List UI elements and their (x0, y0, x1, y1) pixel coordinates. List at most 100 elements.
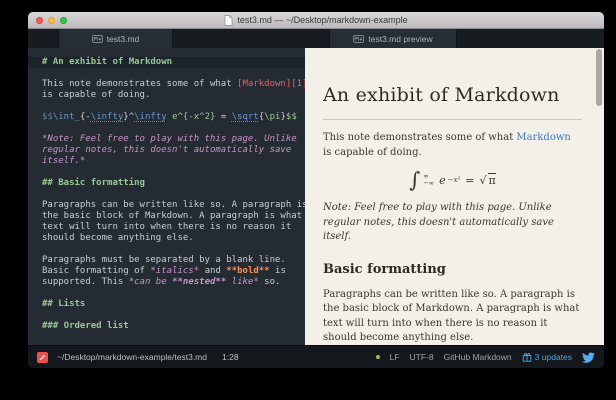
zoom-button[interactable] (60, 17, 67, 24)
code-token: **nested** (172, 277, 226, 287)
code-token: $$ (286, 112, 297, 122)
editor-line[interactable]: Paragraphs must be separated by a blank … (28, 255, 305, 266)
formula-exponent: −x² (448, 176, 461, 184)
preview-paragraph: This note demonstrates some of what Mark… (323, 131, 582, 160)
code-token: should become anything else. (42, 233, 194, 243)
editor-window: test3.md — ~/Desktop/markdown-example te… (28, 12, 604, 368)
code-token: \int_ (53, 112, 80, 122)
preview-scrollbar[interactable] (596, 49, 602, 344)
radical-sign: √ (479, 174, 486, 187)
desktop-background: test3.md — ~/Desktop/markdown-example te… (0, 0, 616, 400)
formula-base: e (439, 174, 446, 187)
code-token: # An exhibit of Markdown (42, 57, 172, 67)
status-grammar[interactable]: GitHub Markdown (444, 352, 512, 362)
editor-line[interactable] (28, 68, 305, 79)
status-file-path[interactable]: ~/Desktop/markdown-example/test3.md (57, 352, 207, 362)
code-token: }^ (123, 112, 134, 122)
editor-line[interactable] (28, 167, 305, 178)
preview-pane: An exhibit of Markdown This note demonst… (305, 48, 604, 345)
editor-line[interactable]: ### Ordered list (28, 321, 305, 332)
integral-limits: ∞ −∞ (423, 173, 434, 187)
tab-label: test3.md (107, 34, 140, 44)
editor-line[interactable] (28, 244, 305, 255)
heading-rule (323, 119, 582, 120)
editor-line[interactable]: regular notes, this doesn't automaticall… (28, 145, 305, 156)
editor-line[interactable]: # An exhibit of Markdown (28, 57, 305, 68)
code-token: Paragraphs can be written like so. A par… (42, 200, 305, 210)
code-token: itself.* (42, 156, 85, 166)
editor-line[interactable] (28, 123, 305, 134)
code-token: Paragraphs must be separated by a blank … (42, 255, 286, 265)
editor-line[interactable]: text will turn into when there is no rea… (28, 222, 305, 233)
preview-paragraph: Paragraphs can be written like so. A par… (323, 288, 582, 346)
tab-pane-editor: test3.md (28, 29, 305, 48)
editor-pane[interactable]: # An exhibit of Markdown This note demon… (28, 48, 305, 345)
editor-line[interactable]: ## Lists (28, 299, 305, 310)
window-titlebar[interactable]: test3.md — ~/Desktop/markdown-example (28, 12, 604, 29)
updates-label: 3 updates (535, 352, 572, 362)
markdown-file-icon (353, 35, 364, 43)
code-token: \sqrt (232, 112, 259, 122)
minimize-button[interactable] (48, 17, 55, 24)
code-token: *can be (129, 277, 172, 287)
code-token: $$ (42, 112, 53, 122)
editor-line[interactable]: $$\int_{-\infty}^\infty e^{-x^2} = \sqrt… (28, 112, 305, 123)
paragraph-text: This note demonstrates some of what (323, 132, 516, 143)
radicand: π (488, 173, 495, 187)
editor-line[interactable]: is capable of doing. (28, 90, 305, 101)
code-token: text will turn into when there is no rea… (42, 222, 291, 232)
tab-test3-md-preview[interactable]: test3.md preview (329, 29, 457, 48)
close-button[interactable] (36, 17, 43, 24)
editor-line[interactable] (28, 288, 305, 299)
code-token: Basic formatting of (42, 266, 150, 276)
traffic-lights (36, 17, 67, 24)
status-line-ending[interactable]: LF (390, 352, 400, 362)
editor-line[interactable]: Paragraphs can be written like so. A par… (28, 200, 305, 211)
integral-sign: ∫ (409, 170, 420, 190)
editor-line[interactable]: itself.* (28, 156, 305, 167)
code-token: = (215, 112, 231, 122)
editor-line[interactable]: *Note: Feel free to play with this page.… (28, 134, 305, 145)
editor-line[interactable]: the basic block of Markdown. A paragraph… (28, 211, 305, 222)
equals-sign: = (465, 174, 474, 187)
document-icon (224, 15, 233, 26)
code-token: **bold** (226, 266, 269, 276)
code-token: \infty (134, 112, 167, 122)
status-dot-icon (376, 355, 380, 359)
status-encoding[interactable]: UTF-8 (410, 352, 434, 362)
window-title: test3.md — ~/Desktop/markdown-example (237, 15, 407, 25)
scrollbar-thumb[interactable] (596, 49, 602, 106)
code-token: [Markdown][1] (237, 79, 305, 89)
tab-label: test3.md preview (368, 34, 432, 44)
code-token: \infty (91, 112, 124, 122)
code-token: regular notes, this doesn't automaticall… (42, 145, 291, 155)
editor-line[interactable] (28, 189, 305, 200)
status-bar: ~/Desktop/markdown-example/test3.md 1:28… (28, 345, 604, 368)
code-token: the basic block of Markdown. A paragraph… (42, 211, 302, 221)
code-token: ## Lists (42, 299, 85, 309)
markdown-link[interactable]: Markdown (516, 132, 570, 143)
pencil-file-icon[interactable] (37, 352, 48, 363)
editor-line[interactable]: supported. This *can be **nested** like*… (28, 277, 305, 288)
tab-test3-md[interactable]: test3.md (58, 29, 173, 48)
code-token: ## Basic formatting (42, 178, 145, 188)
editor-line[interactable]: should become anything else. (28, 233, 305, 244)
code-token: and (199, 266, 226, 276)
tab-pane-preview: test3.md preview (305, 29, 604, 48)
code-token: {- (80, 112, 91, 122)
gift-icon (522, 352, 532, 362)
status-updates[interactable]: 3 updates (522, 352, 572, 362)
editor-line[interactable] (28, 310, 305, 321)
code-token: supported. This (42, 277, 129, 287)
markdown-file-icon (92, 35, 103, 43)
code-token: \pi (264, 112, 280, 122)
preview-note: Note: Feel free to play with this page. … (323, 201, 582, 245)
editor-line[interactable]: ## Basic formatting (28, 178, 305, 189)
editor-line[interactable]: This note demonstrates some of what [Mar… (28, 79, 305, 90)
code-token: is (270, 266, 286, 276)
editor-line[interactable] (28, 101, 305, 112)
status-cursor-position[interactable]: 1:28 (222, 352, 239, 362)
editor-line[interactable]: Basic formatting of *italics* and **bold… (28, 266, 305, 277)
code-token: *italics* (150, 266, 199, 276)
twitter-icon[interactable] (582, 352, 595, 363)
